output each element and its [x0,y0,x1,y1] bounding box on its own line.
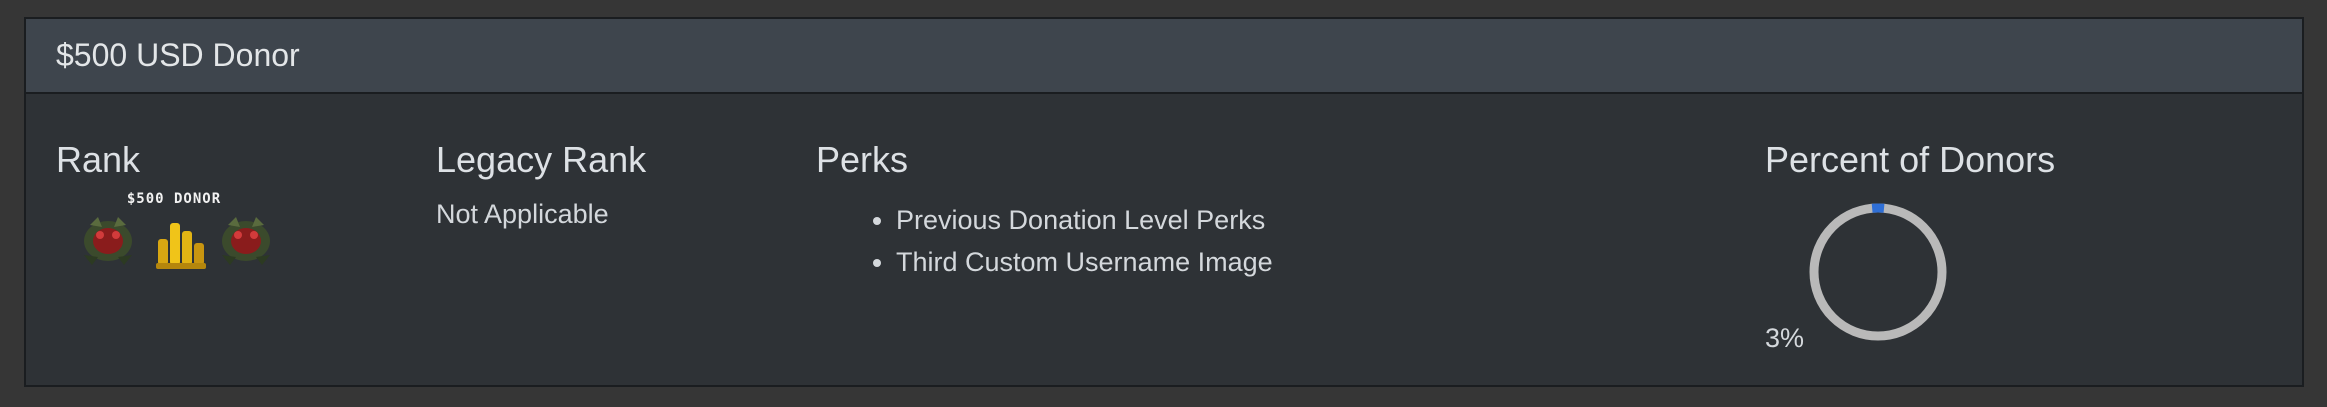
perk-item: Previous Donation Level Perks [896,199,1273,241]
creature-right-icon [222,217,270,265]
legacy-rank-heading: Legacy Rank [436,139,647,180]
rank-badge-text: $500 DONOR [127,191,221,207]
donor-tier-panel: $500 USD Donor Rank $500 DONOR Legacy Ra… [24,17,2304,387]
gold-coins-icon [156,223,206,269]
legacy-rank-column: Legacy Rank Not Applicable [436,139,646,230]
percent-value-label: 3% [1765,323,1805,353]
rank-heading: Rank [56,139,141,180]
panel-title: $500 USD Donor [56,37,300,73]
perk-item: Third Custom Username Image [896,241,1273,283]
percent-donut-chart: 3% [1765,191,1995,371]
percent-donut-svg [1809,203,1947,341]
rank-column: Rank $500 DONOR [56,139,296,279]
legacy-rank-value: Not Applicable [436,199,609,229]
creature-left-icon [84,217,132,265]
panel-header: $500 USD Donor [26,19,2302,94]
donut-ring-track [1809,203,1947,341]
donor-rank-badge-icon: $500 DONOR [56,189,296,279]
perks-list: Previous Donation Level Perks Third Cust… [816,199,1273,283]
percent-heading: Percent of Donors [1765,139,2056,180]
percent-of-donors-column: Percent of Donors 3% [1765,139,2055,371]
perks-heading: Perks [816,139,909,180]
perks-column: Perks Previous Donation Level Perks Thir… [816,139,1273,283]
